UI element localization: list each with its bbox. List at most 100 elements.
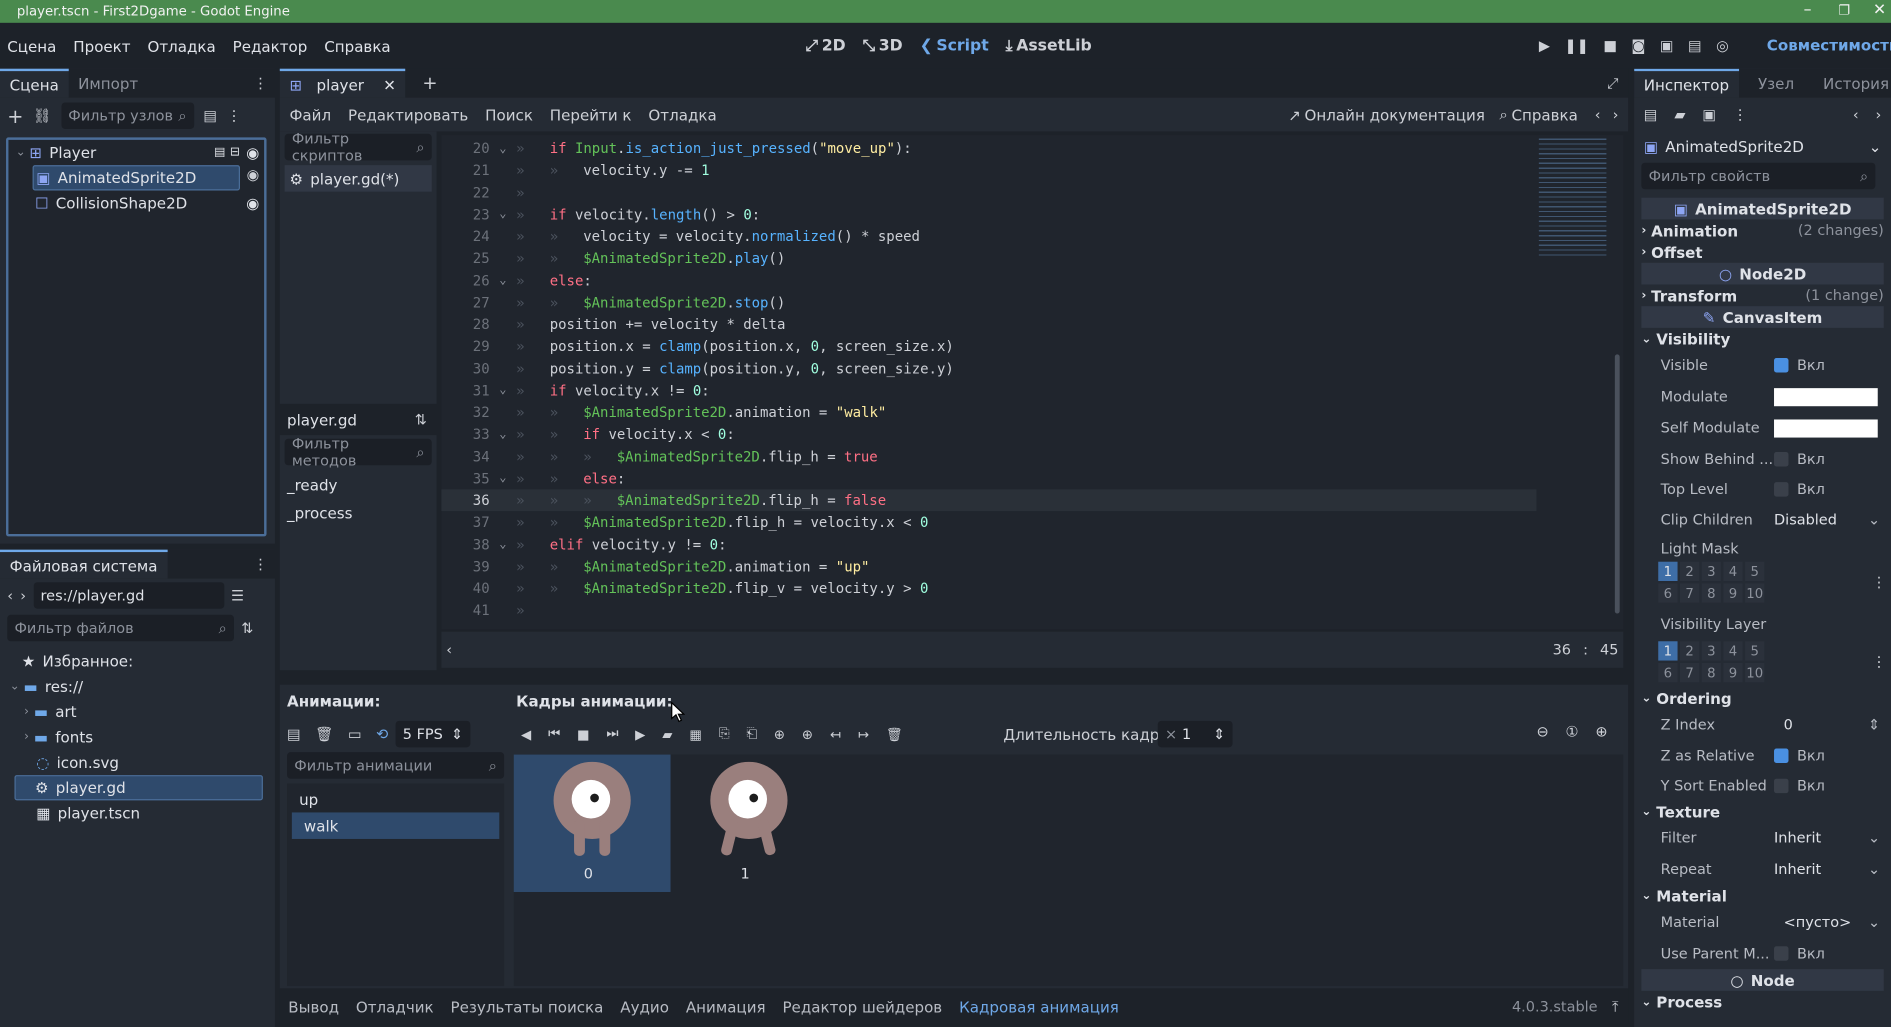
section-ordering[interactable]: ⌄ Ordering (1641, 687, 1883, 709)
pause-icon[interactable]: ❚❚ (1564, 37, 1588, 54)
bottom-tab[interactable]: Отладчик (356, 997, 434, 1015)
zoom-reset-icon[interactable]: ① (1565, 723, 1578, 740)
chevron-right-icon[interactable]: › (24, 705, 29, 718)
section-visibility[interactable]: ⌄ Visibility (1641, 328, 1883, 350)
insert-after-icon[interactable]: ⊕ (802, 726, 813, 742)
menu-item[interactable]: Редактор (233, 37, 308, 55)
section-process[interactable]: ⌄ Process (1641, 991, 1883, 1013)
play-backwards-icon[interactable]: ⏮ (548, 726, 560, 743)
tab-filesystem[interactable]: Файловая система (0, 549, 168, 579)
insert-before-icon[interactable]: ⊕ (774, 726, 785, 742)
self-modulate-color-swatch[interactable] (1774, 418, 1878, 437)
copy-frame-icon[interactable]: ⎘ (719, 726, 730, 743)
visibility-layer-grid[interactable]: 1 2 3 4 5 6 7 8 9 10 ⋮ (1641, 641, 1886, 687)
menu-item[interactable]: Проект (73, 37, 130, 55)
workspace-assetlib[interactable]: ⤓ AssetLib (1006, 37, 1092, 55)
workspace-3d[interactable]: ⤡ 3D (863, 37, 903, 55)
menu-item[interactable]: Сцена (7, 37, 56, 55)
frame-item-1[interactable]: 1 (671, 755, 828, 892)
add-node-icon[interactable]: + (7, 104, 23, 127)
fold-arrow-icon[interactable]: ⌄ (490, 472, 517, 485)
group-icon[interactable]: ⊟ (230, 146, 240, 159)
play-icon[interactable]: ▶ (1539, 37, 1550, 54)
z-relative-checkbox[interactable]: Вкл (1774, 747, 1825, 764)
folder-fonts[interactable]: › ▬ fonts (0, 724, 275, 749)
section-transform[interactable]: › Transform (1 change) (1641, 284, 1883, 306)
renderer-button[interactable]: Совместимость (1767, 36, 1891, 54)
distraction-free-icon[interactable]: ⤢ (1607, 74, 1619, 92)
attach-script-icon[interactable]: ▤ (203, 107, 217, 124)
property-filter-input[interactable]: Фильтр свойств ⌕ (1641, 162, 1876, 190)
menu-item[interactable]: Отладка (147, 37, 215, 55)
top-level-checkbox[interactable]: Вкл (1774, 481, 1825, 498)
layer-bit[interactable]: 2 (1679, 641, 1700, 661)
bottom-tab[interactable]: Анимация (686, 997, 766, 1015)
bottom-tab[interactable]: Вывод (288, 997, 339, 1015)
file-filter-input[interactable]: Фильтр файлов ⌕ (7, 614, 234, 642)
forward-icon[interactable]: › (1876, 106, 1882, 123)
tab-player[interactable]: ⊞ player ✕ (279, 68, 406, 98)
stop-icon[interactable]: ■ (1603, 37, 1617, 54)
script-attached-icon[interactable]: ▤ (214, 146, 225, 159)
bottom-tab[interactable]: Результаты поиска (451, 997, 604, 1015)
section-texture[interactable]: ⌄ Texture (1641, 800, 1883, 822)
layer-bit[interactable]: 1 (1658, 561, 1678, 582)
layer-bit[interactable]: 4 (1723, 561, 1743, 582)
fold-arrow-icon[interactable]: ⌄ (490, 142, 517, 155)
move-left-icon[interactable]: ↤ (830, 726, 841, 742)
script-menu-item[interactable]: Отладка (648, 105, 716, 123)
script-menu-item[interactable]: Перейти к (550, 105, 632, 123)
show-behind-checkbox[interactable]: Вкл (1774, 451, 1825, 468)
modulate-color-swatch[interactable] (1774, 387, 1878, 406)
layer-bit[interactable]: 5 (1745, 641, 1765, 661)
forward-icon[interactable]: › (1613, 106, 1619, 123)
delete-frame-icon[interactable]: 🗑 (886, 726, 903, 742)
fold-arrow-icon[interactable]: ⌄ (490, 208, 517, 221)
menu-dots-icon[interactable]: ⋮ (253, 75, 267, 92)
move-right-icon[interactable]: ↦ (858, 726, 869, 742)
workspace-script[interactable]: ❮ Script (920, 37, 989, 55)
frame-item-0[interactable]: 0 (513, 754, 671, 892)
tree-node-collision[interactable]: ☐ CollisionShape2D ◉ (8, 190, 264, 215)
menu-dots-icon[interactable]: ⋮ (227, 107, 241, 124)
layer-bit[interactable]: 8 (1701, 583, 1721, 603)
save-icon[interactable]: ▣ (1702, 106, 1716, 123)
new-resource-icon[interactable]: ▤ (1644, 106, 1658, 123)
play-custom-icon[interactable]: ▤ (1688, 37, 1702, 54)
node-selector[interactable]: ▣ AnimatedSprite2D ⌄ (1634, 131, 1891, 160)
sort-icon[interactable]: ⇅ (241, 620, 253, 637)
tab-inspector[interactable]: Инспектор (1634, 68, 1739, 98)
movie-icon[interactable]: ◎ (1716, 37, 1729, 54)
layer-bit[interactable]: 6 (1658, 583, 1678, 603)
close-tab-icon[interactable]: ✕ (383, 75, 396, 93)
layer-bit[interactable]: 6 (1658, 662, 1678, 683)
link-icon[interactable]: ⛓ (33, 107, 51, 124)
animation-item-up[interactable]: up (287, 786, 504, 813)
folder-res[interactable]: ⌄ ▬ res:// (0, 674, 275, 699)
layer-bit[interactable]: 10 (1745, 583, 1765, 603)
use-parent-checkbox[interactable]: Вкл (1774, 945, 1825, 962)
layer-bit[interactable]: 9 (1723, 662, 1743, 683)
back-icon[interactable]: ‹ (1595, 106, 1601, 123)
script-menu-item[interactable]: Редактировать (348, 105, 468, 123)
favorites-item[interactable]: ★ Избранное: (0, 649, 275, 674)
menu-dots-icon[interactable]: ⋮ (1872, 653, 1886, 670)
fold-arrow-icon[interactable]: ⌄ (490, 274, 517, 287)
folder-art[interactable]: › ▬ art (0, 699, 275, 724)
tab-scene[interactable]: Сцена (0, 68, 69, 98)
chevron-down-icon[interactable]: ⌄ (10, 680, 20, 693)
menu-dots-icon[interactable]: ⋮ (1733, 106, 1747, 123)
method-filter-input[interactable]: Фильтр методов ⌕ (284, 435, 432, 469)
layer-bit[interactable]: 10 (1745, 662, 1765, 683)
script-menu-item[interactable]: Файл (289, 105, 331, 123)
play-backwards-from-end-icon[interactable]: ◀ (521, 726, 531, 742)
stop-icon[interactable]: ■ (577, 726, 590, 742)
visible-checkbox[interactable]: Вкл (1774, 357, 1825, 374)
file-player-gd[interactable]: ⚙ player.gd (14, 775, 263, 801)
workspace-2d[interactable]: ⤢ 2D (806, 37, 846, 55)
layer-bit[interactable]: 7 (1679, 583, 1700, 603)
tab-history[interactable]: История (1813, 69, 1891, 98)
paste-frame-icon[interactable]: ⎗ (746, 726, 757, 743)
file-icon-svg[interactable]: ◌ icon.svg (0, 750, 275, 775)
add-tab-icon[interactable]: + (422, 72, 437, 94)
